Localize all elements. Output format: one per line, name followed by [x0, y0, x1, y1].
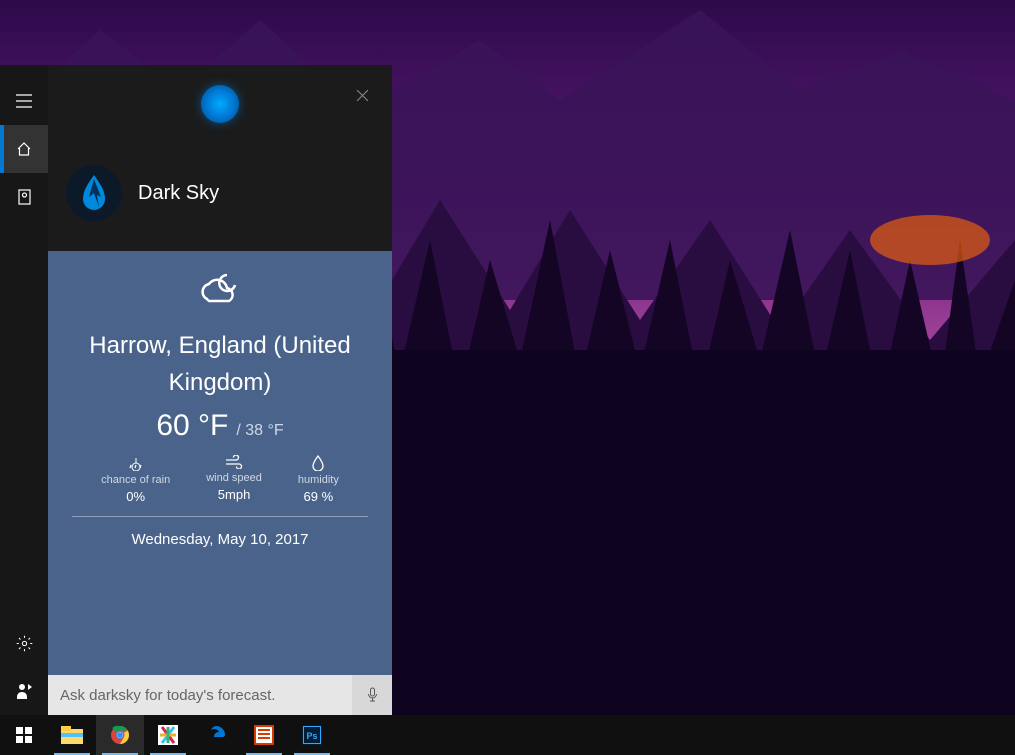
wind-label: wind speed [206, 472, 262, 484]
wind-value: 5mph [218, 487, 251, 502]
taskbar-edge[interactable] [192, 715, 240, 755]
search-bar[interactable] [48, 675, 392, 715]
cortana-header: Dark Sky [48, 65, 392, 251]
dark-sky-app-icon [66, 165, 122, 221]
search-input[interactable] [60, 687, 380, 704]
app-title: Dark Sky [138, 182, 219, 205]
microphone-icon[interactable] [352, 675, 392, 715]
temp-low: / 38 °F [236, 422, 283, 440]
taskbar-onenote[interactable] [240, 715, 288, 755]
svg-text:Ps: Ps [306, 731, 317, 741]
taskbar-photoshop[interactable]: Ps [288, 715, 336, 755]
rain-label: chance of rain [101, 474, 170, 486]
weather-metrics: chance of rain 0% wind speed 5mph humidi… [101, 455, 339, 504]
close-icon[interactable] [346, 79, 378, 111]
hamburger-icon[interactable] [0, 77, 48, 125]
taskbar: Ps [0, 715, 1015, 755]
taskbar-file-explorer[interactable] [48, 715, 96, 755]
weather-card: Harrow, England (United Kingdom) 60 °F /… [48, 251, 392, 675]
temp-high: 60 °F [156, 409, 228, 443]
divider [72, 516, 368, 517]
weather-location: Harrow, England (United Kingdom) [48, 327, 392, 401]
notebook-icon[interactable] [0, 173, 48, 221]
home-icon[interactable] [0, 125, 48, 173]
humidity-value: 69 % [304, 489, 334, 504]
taskbar-slack[interactable] [144, 715, 192, 755]
humidity-label: humidity [298, 474, 339, 486]
cortana-rail [0, 65, 48, 715]
cortana-panel: Dark Sky Harrow, England (United Kingdom… [0, 65, 392, 715]
taskbar-chrome[interactable] [96, 715, 144, 755]
feedback-icon[interactable] [0, 667, 48, 715]
weather-date: Wednesday, May 10, 2017 [131, 531, 308, 548]
settings-icon[interactable] [0, 619, 48, 667]
start-button[interactable] [0, 715, 48, 755]
partly-cloudy-night-icon [197, 269, 243, 312]
cortana-ring-icon [201, 85, 239, 123]
weather-temps: 60 °F / 38 °F [156, 409, 283, 443]
cortana-main: Dark Sky Harrow, England (United Kingdom… [48, 65, 392, 715]
rain-value: 0% [126, 489, 145, 504]
